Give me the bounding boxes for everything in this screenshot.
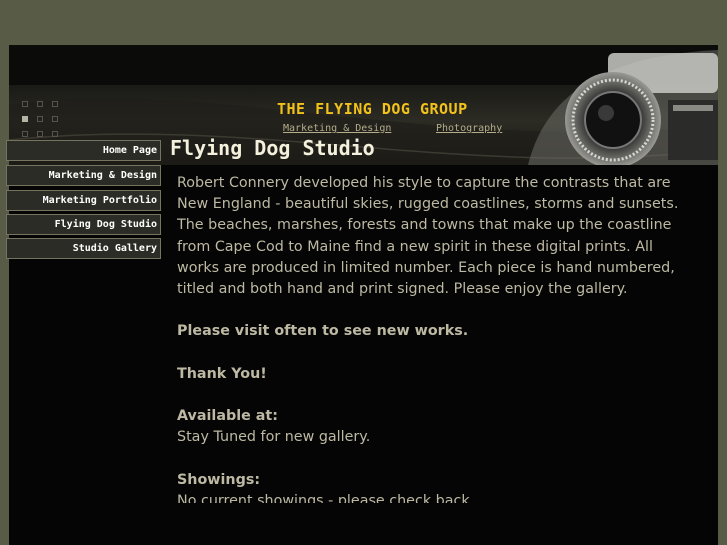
showings-heading: Showings: bbox=[177, 471, 261, 488]
thank-you-text: Thank You! bbox=[177, 365, 267, 382]
nav-item-marketing-design[interactable]: Marketing & Design bbox=[6, 165, 161, 186]
available-text: Stay Tuned for new gallery. bbox=[177, 429, 371, 446]
visit-note: Please visit often to see new works. bbox=[177, 323, 469, 340]
header-link-photography[interactable]: Photography bbox=[436, 123, 502, 134]
main-content: Robert Connery developed his style to ca… bbox=[177, 173, 697, 503]
available-heading: Available at: bbox=[177, 408, 278, 425]
nav-item-marketing-portfolio[interactable]: Marketing Portfolio bbox=[6, 190, 161, 211]
nav-item-studio-gallery[interactable]: Studio Gallery bbox=[6, 238, 161, 259]
site-title: THE FLYING DOG GROUP bbox=[277, 100, 468, 118]
page-title: Flying Dog Studio bbox=[170, 136, 375, 160]
showings-text: No current showings - please check back bbox=[177, 492, 470, 503]
intro-paragraph: Robert Connery developed his style to ca… bbox=[177, 175, 679, 298]
nav-item-flying-dog-studio[interactable]: Flying Dog Studio bbox=[6, 214, 161, 235]
header-link-marketing[interactable]: Marketing & Design bbox=[283, 123, 391, 134]
camera-lens-image bbox=[528, 50, 718, 165]
nav-item-home[interactable]: Home Page bbox=[6, 140, 161, 161]
